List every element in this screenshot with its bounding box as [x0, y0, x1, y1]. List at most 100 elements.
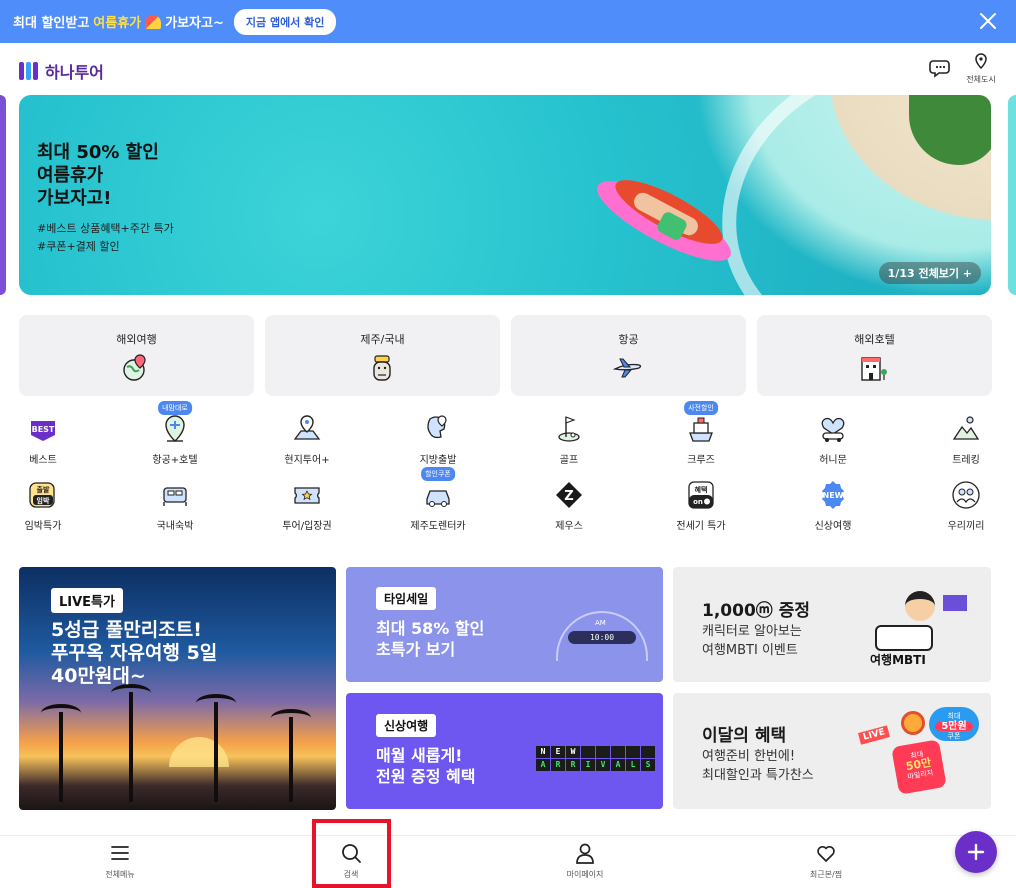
open-app-button[interactable]: 지금 앱에서 확인 — [233, 8, 337, 35]
category-overseas-hotels[interactable]: 해외호텔 — [757, 315, 992, 396]
clock-digits: 10:00 — [568, 631, 636, 644]
shortcut-tour-tickets[interactable]: 투어/입장권 — [257, 479, 357, 532]
next-banner-peek[interactable] — [1008, 95, 1016, 295]
chat-icon[interactable] — [929, 56, 953, 80]
board-cell: A — [611, 759, 625, 771]
category-label: 제주/국내 — [360, 333, 405, 346]
shortcut-badge: 할인쿠폰 — [421, 467, 455, 481]
shortcut-trekking[interactable]: 트레킹 — [916, 413, 1016, 466]
card-icon — [875, 625, 933, 651]
best-icon: BEST — [31, 421, 55, 441]
palm-tree — [111, 684, 151, 802]
search-highlight-box — [312, 819, 391, 888]
shortcut-domestic-stay[interactable]: 국내숙박 — [125, 479, 225, 532]
mbti-text: 캐릭터로 알아보는 여행MBTI 이벤트 — [702, 624, 802, 658]
shortcut-label: 지방출발 — [419, 455, 457, 466]
dol-hareubang-icon — [373, 355, 391, 381]
mbti-art-word: 여행MBTI — [870, 653, 926, 667]
board-cell: E — [551, 746, 565, 758]
coupon-badge: 최대 5만원 쿠폰 — [929, 707, 979, 741]
hero-banner[interactable]: 최대 50% 할인 여름휴가 가보자고! #베스트 상품혜택+주간 특가 #쿠폰… — [19, 95, 991, 295]
benefit-title: 이달의 혜택 — [702, 726, 787, 746]
shortcut-just-us[interactable]: 우리끼리 — [916, 479, 1016, 532]
category-flights[interactable]: 항공 — [511, 315, 746, 396]
shortcut-air-hotel[interactable]: 내맘대로 항공+호텔 — [125, 401, 225, 466]
new-arrivals-board: N E W A R R I V A L S — [536, 746, 655, 771]
svg-text:NEW: NEW — [823, 491, 844, 500]
category-jeju-domestic[interactable]: 제주/국내 — [265, 315, 500, 396]
banner-counter-button[interactable]: 1/13 전체보기 + — [878, 262, 981, 284]
nav-all-menu[interactable]: 전체메뉴 — [80, 842, 160, 880]
shortcut-cruise[interactable]: 사전할인 크루즈 — [651, 401, 751, 466]
board-cell: I — [581, 759, 595, 771]
sunset-sun — [169, 737, 229, 767]
promo-bar: 최대 할인받고 여름휴가 가보자고~ 지금 앱에서 확인 — [0, 0, 1016, 43]
shortcut-regional-departure[interactable]: 지방출발 — [388, 413, 488, 466]
shortcut-label: 임박특가 — [24, 521, 62, 532]
shortcut-best[interactable]: BEST 베스트 — [0, 413, 93, 466]
shortcut-honeymoon[interactable]: 허니문 — [783, 413, 883, 466]
category-label: 해외여행 — [116, 333, 157, 346]
mbti-title: 1,000ⓜ 증정 — [702, 601, 810, 621]
alarm-clock-icon — [901, 711, 925, 735]
hero-subtitle-1: #베스트 상품혜택+주간 특가 — [37, 222, 174, 235]
promo-text: 최대 할인받고 — [13, 16, 90, 31]
hero-subtitle: #베스트 상품혜택+주간 특가 #쿠폰+결제 할인 — [37, 220, 174, 256]
new-travel-tag: 신상여행 — [376, 714, 437, 737]
board-cell: R — [566, 759, 580, 771]
close-icon[interactable] — [978, 11, 998, 31]
page: 최대 할인받고 여름휴가 가보자고~ 지금 앱에서 확인 하나투어 전체도시 최… — [0, 0, 1016, 888]
nav-recent-wishlist[interactable]: 최근본/찜 — [786, 842, 866, 880]
all-cities-button[interactable]: 전체도시 — [962, 53, 1000, 85]
shortcut-label: 투어/입장권 — [282, 521, 332, 532]
board-cell — [581, 746, 595, 758]
previous-banner-peek[interactable] — [0, 95, 6, 295]
plus-icon — [967, 843, 985, 861]
svg-text:Z: Z — [564, 489, 573, 504]
all-cities-label: 전체도시 — [966, 75, 996, 84]
svg-text:임박: 임박 — [37, 496, 50, 505]
category-overseas[interactable]: 해외여행 — [19, 315, 254, 396]
shortcut-jeju-rental-car[interactable]: 할인쿠폰 제주도렌터카 — [388, 467, 488, 532]
group-icon — [952, 481, 980, 509]
ticket-icon — [294, 487, 320, 504]
promo-highlight: 여름휴가 — [93, 16, 142, 31]
live-deal-tag: LIVE특가 — [51, 588, 123, 613]
shortcut-new-travel[interactable]: NEW 신상여행 — [783, 479, 883, 532]
board-cell: L — [626, 759, 640, 771]
heart-icon — [817, 845, 835, 862]
shortcut-label: 제우스 — [555, 521, 583, 532]
promo-text-after: 가보자고~ — [165, 16, 224, 31]
add-fab-button[interactable] — [955, 831, 997, 873]
nav-label: 전체메뉴 — [105, 870, 135, 879]
logo[interactable]: 하나투어 — [19, 59, 104, 83]
shortcut-charter-special[interactable]: 혜택 on 전세기 특가 — [651, 479, 751, 532]
category-label: 항공 — [618, 333, 639, 346]
category-label: 해외호텔 — [854, 333, 895, 346]
coupon-bottom: 마일리지 — [906, 768, 934, 782]
shortcut-label: 제주도렌터카 — [410, 521, 466, 532]
board-cell — [611, 746, 625, 758]
beach-umbrella-icon — [145, 14, 162, 29]
character-icon — [905, 591, 935, 621]
time-sale-tile[interactable]: 타임세일 최대 58% 할인 초특가 보기 AM 10:00 — [346, 567, 663, 682]
bottom-nav: 전체메뉴 검색 마이페이지 최근본/찜 — [0, 835, 1016, 888]
palm-tree — [196, 694, 236, 802]
shortcut-local-tour[interactable]: 현지투어+ — [257, 413, 357, 466]
menu-icon — [111, 846, 129, 860]
nav-my-page[interactable]: 마이페이지 — [545, 842, 625, 880]
board-cell — [641, 746, 655, 758]
zeus-icon: Z — [556, 482, 582, 508]
shortcut-zeus[interactable]: Z 제우스 — [519, 479, 619, 532]
mbti-event-tile[interactable]: 1,000ⓜ 증정 캐릭터로 알아보는 여행MBTI 이벤트 여행MBTI — [673, 567, 991, 682]
clock-am: AM — [595, 619, 606, 627]
cruise-icon — [689, 417, 713, 442]
new-icon: NEW — [822, 481, 844, 509]
live-deal-tile[interactable]: LIVE특가 5성급 풀만리조트! 푸꾸옥 자유여행 5일 40만원대~ — [19, 567, 336, 810]
monthly-benefit-tile[interactable]: 이달의 혜택 여행준비 한번에! 최대할인과 특가찬스 최대 5만원 쿠폰 LI… — [673, 693, 991, 809]
new-travel-tile[interactable]: 신상여행 매월 새롭게! 전원 증정 혜택 N E W A R R I V A … — [346, 693, 663, 809]
logo-mark-icon — [19, 62, 39, 80]
shortcut-last-minute[interactable]: 출발 임박 임박특가 — [0, 479, 93, 532]
golf-icon — [558, 416, 580, 442]
shortcut-golf[interactable]: 골프 — [519, 413, 619, 466]
